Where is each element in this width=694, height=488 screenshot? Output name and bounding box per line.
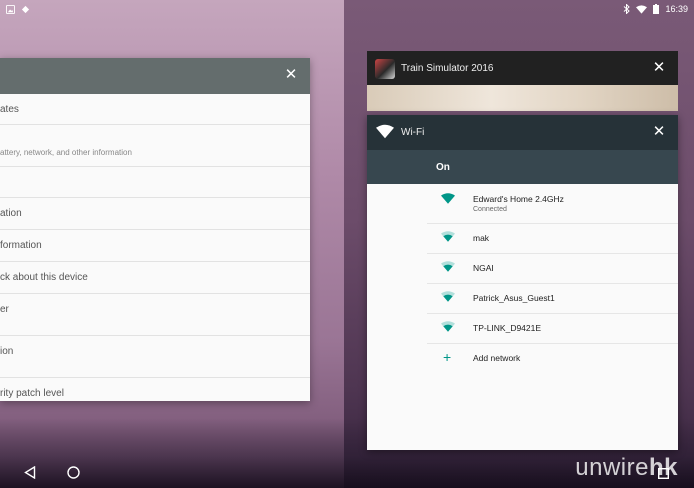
app-preview-thumbnail: [367, 85, 678, 111]
network-list: Edward's Home 2.4GHz Connected mak NGAI …: [427, 184, 678, 373]
network-item[interactable]: NGAI: [427, 254, 678, 284]
network-name: Patrick_Asus_Guest1: [473, 293, 555, 303]
network-item[interactable]: mak: [427, 224, 678, 254]
close-icon[interactable]: ✕: [652, 124, 666, 139]
plus-icon: +: [443, 349, 452, 365]
settings-row[interactable]: ion: [0, 336, 310, 378]
game-notification-icon: [21, 5, 30, 13]
add-network-label: Add network: [473, 353, 521, 363]
row-title: ation: [0, 208, 22, 219]
row-title: ck about this device: [0, 272, 88, 283]
network-name: TP-LINK_D9421E: [473, 323, 542, 333]
wifi-signal-icon: [441, 291, 455, 302]
wifi-signal-icon: [441, 321, 455, 332]
network-name: NGAI: [473, 263, 494, 273]
settings-row[interactable]: ck about this device: [0, 262, 310, 294]
wifi-status-icon: [636, 4, 648, 14]
wifi-card-title: Wi-Fi: [401, 127, 425, 138]
settings-row[interactable]: er: [0, 294, 310, 336]
add-network-item[interactable]: + Add network: [427, 344, 678, 373]
settings-row[interactable]: formation: [0, 230, 310, 262]
watermark-logo: unwirehk: [575, 454, 678, 481]
wifi-card-header: Wi-Fi ✕: [367, 115, 678, 150]
bluetooth-icon: [624, 4, 631, 14]
close-icon[interactable]: ✕: [284, 67, 298, 82]
network-item[interactable]: Patrick_Asus_Guest1: [427, 284, 678, 314]
row-title: ion: [0, 346, 14, 357]
image-notification-icon: [6, 4, 15, 14]
network-name: Edward's Home 2.4GHz: [473, 194, 564, 204]
row-title: formation: [0, 240, 42, 251]
train-simulator-app-icon: [375, 59, 395, 79]
close-icon[interactable]: ✕: [652, 60, 666, 75]
battery-icon: [653, 4, 660, 14]
wifi-icon: [376, 124, 394, 139]
wifi-recent-card[interactable]: Wi-Fi ✕ On Edward's Home 2.4GHz Connecte…: [367, 115, 678, 450]
settings-row[interactable]: [0, 167, 310, 198]
wifi-signal-icon: [441, 231, 455, 242]
settings-row[interactable]: attery, network, and other information: [0, 125, 310, 167]
settings-recent-card[interactable]: ✕ ates attery, network, and other inform…: [0, 58, 310, 401]
settings-card-header: ✕: [0, 58, 310, 94]
settings-row[interactable]: ates: [0, 94, 310, 125]
wifi-signal-icon: [441, 193, 455, 204]
row-subtitle: attery, network, and other information: [0, 148, 132, 157]
clock: 16:39: [665, 4, 688, 14]
network-item[interactable]: TP-LINK_D9421E: [427, 314, 678, 344]
network-item[interactable]: Edward's Home 2.4GHz Connected: [427, 184, 678, 224]
settings-row[interactable]: rity patch level: [0, 378, 310, 401]
row-title: rity patch level: [0, 388, 64, 399]
back-icon[interactable]: [24, 466, 36, 479]
train-card-title: Train Simulator 2016: [401, 63, 494, 74]
settings-row[interactable]: ation: [0, 198, 310, 230]
train-simulator-recent-card[interactable]: Train Simulator 2016 ✕: [367, 51, 678, 111]
row-title: ates: [0, 104, 19, 115]
network-status: Connected: [473, 206, 507, 213]
network-name: mak: [473, 233, 490, 243]
status-bar-left: [6, 2, 30, 16]
wifi-state-label: On: [436, 162, 450, 173]
home-icon[interactable]: [67, 466, 80, 479]
row-title: er: [0, 304, 9, 315]
wifi-toggle-bar[interactable]: On: [367, 150, 678, 184]
status-bar-right: 16:39: [623, 2, 688, 16]
wifi-signal-icon: [441, 261, 455, 272]
